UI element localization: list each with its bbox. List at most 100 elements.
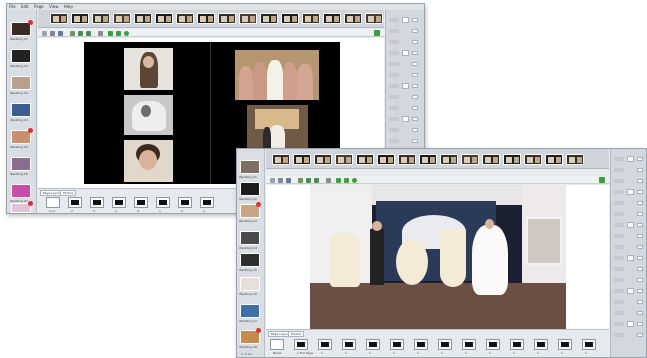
- property-field[interactable]: [637, 300, 643, 304]
- property-swatch[interactable]: [627, 156, 634, 162]
- template-thumb[interactable]: [293, 154, 311, 165]
- template-thumb[interactable]: [272, 154, 290, 165]
- property-swatch[interactable]: [402, 116, 409, 122]
- template-thumb[interactable]: [440, 154, 458, 165]
- sidebar-photo-thumb[interactable]: [240, 160, 260, 174]
- layout-thumb[interactable]: [534, 339, 548, 350]
- template-thumb[interactable]: [545, 154, 563, 165]
- template-thumb[interactable]: [323, 13, 341, 24]
- template-thumb[interactable]: [197, 13, 215, 24]
- print-icon[interactable]: [298, 177, 303, 183]
- menu-edit[interactable]: Edit: [21, 4, 29, 9]
- refresh-icon[interactable]: [352, 177, 357, 183]
- template-thumb[interactable]: [461, 154, 479, 165]
- tab-photos[interactable]: Photos: [60, 190, 77, 196]
- template-thumb[interactable]: [377, 154, 395, 165]
- sidebar-photo-thumb[interactable]: [240, 277, 260, 291]
- property-field[interactable]: [412, 73, 418, 77]
- template-thumb[interactable]: [113, 13, 131, 24]
- undo-icon[interactable]: [306, 177, 311, 183]
- menu-view[interactable]: View: [49, 4, 59, 9]
- layout-thumb[interactable]: [366, 339, 380, 350]
- layout-thumb[interactable]: [558, 339, 572, 350]
- template-thumb[interactable]: [260, 13, 278, 24]
- property-swatch[interactable]: [402, 17, 409, 23]
- property-field[interactable]: [412, 51, 418, 55]
- property-field[interactable]: [412, 128, 418, 132]
- property-field[interactable]: [637, 245, 643, 249]
- save-icon[interactable]: [58, 30, 63, 36]
- layout-thumb[interactable]: [510, 339, 524, 350]
- property-field[interactable]: [412, 106, 418, 110]
- property-field[interactable]: [637, 322, 643, 326]
- template-thumb[interactable]: [71, 13, 89, 24]
- template-thumb[interactable]: [314, 154, 332, 165]
- property-field[interactable]: [637, 234, 643, 238]
- property-field[interactable]: [637, 190, 643, 194]
- property-field[interactable]: [412, 62, 418, 66]
- property-swatch[interactable]: [402, 83, 409, 89]
- print-icon[interactable]: [70, 30, 75, 36]
- template-thumb[interactable]: [92, 13, 110, 24]
- refresh-icon[interactable]: [124, 30, 129, 36]
- layout-thumb[interactable]: [342, 339, 356, 350]
- sidebar-photo-thumb[interactable]: [11, 157, 31, 171]
- layout-thumb[interactable]: [90, 197, 104, 208]
- template-thumb[interactable]: [482, 154, 500, 165]
- forward-arrow-icon[interactable]: [344, 177, 349, 183]
- property-field[interactable]: [637, 278, 643, 282]
- layout-thumb[interactable]: [390, 339, 404, 350]
- property-field[interactable]: [637, 168, 643, 172]
- tab-photos[interactable]: Photos: [288, 331, 305, 337]
- property-field[interactable]: [637, 201, 643, 205]
- property-field[interactable]: [412, 117, 418, 121]
- property-field[interactable]: [637, 333, 643, 337]
- save-icon[interactable]: [286, 177, 291, 183]
- property-swatch[interactable]: [627, 222, 634, 228]
- layout-thumb[interactable]: [462, 339, 476, 350]
- redo-icon[interactable]: [314, 177, 319, 183]
- property-field[interactable]: [637, 223, 643, 227]
- layout-thumb[interactable]: [178, 197, 192, 208]
- menu-help[interactable]: Help: [64, 4, 73, 9]
- sidebar-photo-thumb[interactable]: [240, 253, 260, 267]
- property-swatch[interactable]: [402, 50, 409, 56]
- back-arrow-icon[interactable]: [108, 30, 113, 36]
- photo-couple-letters[interactable]: [310, 185, 566, 329]
- sidebar-photo-thumb[interactable]: [11, 49, 31, 63]
- layout-thumb[interactable]: [112, 197, 126, 208]
- apply-button[interactable]: [374, 30, 380, 36]
- open-icon[interactable]: [50, 30, 55, 36]
- layout-thumb[interactable]: [270, 339, 284, 350]
- layout-thumb[interactable]: [156, 197, 170, 208]
- open-icon[interactable]: [278, 177, 283, 183]
- template-thumb[interactable]: [524, 154, 542, 165]
- photo-bride-portrait[interactable]: [124, 48, 173, 90]
- layout-thumb[interactable]: [486, 339, 500, 350]
- zoom-icon[interactable]: [326, 177, 331, 183]
- template-thumb[interactable]: [365, 13, 383, 24]
- property-field[interactable]: [637, 289, 643, 293]
- template-thumb[interactable]: [356, 154, 374, 165]
- layout-thumb[interactable]: [134, 197, 148, 208]
- photo-bride-closeup[interactable]: [124, 140, 173, 182]
- template-thumb[interactable]: [419, 154, 437, 165]
- sidebar-photo-thumb[interactable]: [11, 184, 31, 198]
- layout-thumb[interactable]: [46, 197, 60, 208]
- property-field[interactable]: [637, 267, 643, 271]
- template-thumb[interactable]: [566, 154, 584, 165]
- apply-button[interactable]: [599, 177, 605, 183]
- layout-thumb[interactable]: [200, 197, 214, 208]
- layout-thumb[interactable]: [68, 197, 82, 208]
- sidebar-photo-thumb[interactable]: [11, 103, 31, 117]
- property-field[interactable]: [637, 256, 643, 260]
- layout-thumb[interactable]: [294, 339, 308, 350]
- sidebar-photo-thumb[interactable]: [240, 304, 260, 318]
- property-field[interactable]: [412, 29, 418, 33]
- menu-file[interactable]: File: [9, 4, 16, 9]
- property-field[interactable]: [637, 157, 643, 161]
- property-swatch[interactable]: [627, 321, 634, 327]
- property-field[interactable]: [637, 311, 643, 315]
- album-canvas[interactable]: [266, 185, 609, 329]
- property-field[interactable]: [637, 179, 643, 183]
